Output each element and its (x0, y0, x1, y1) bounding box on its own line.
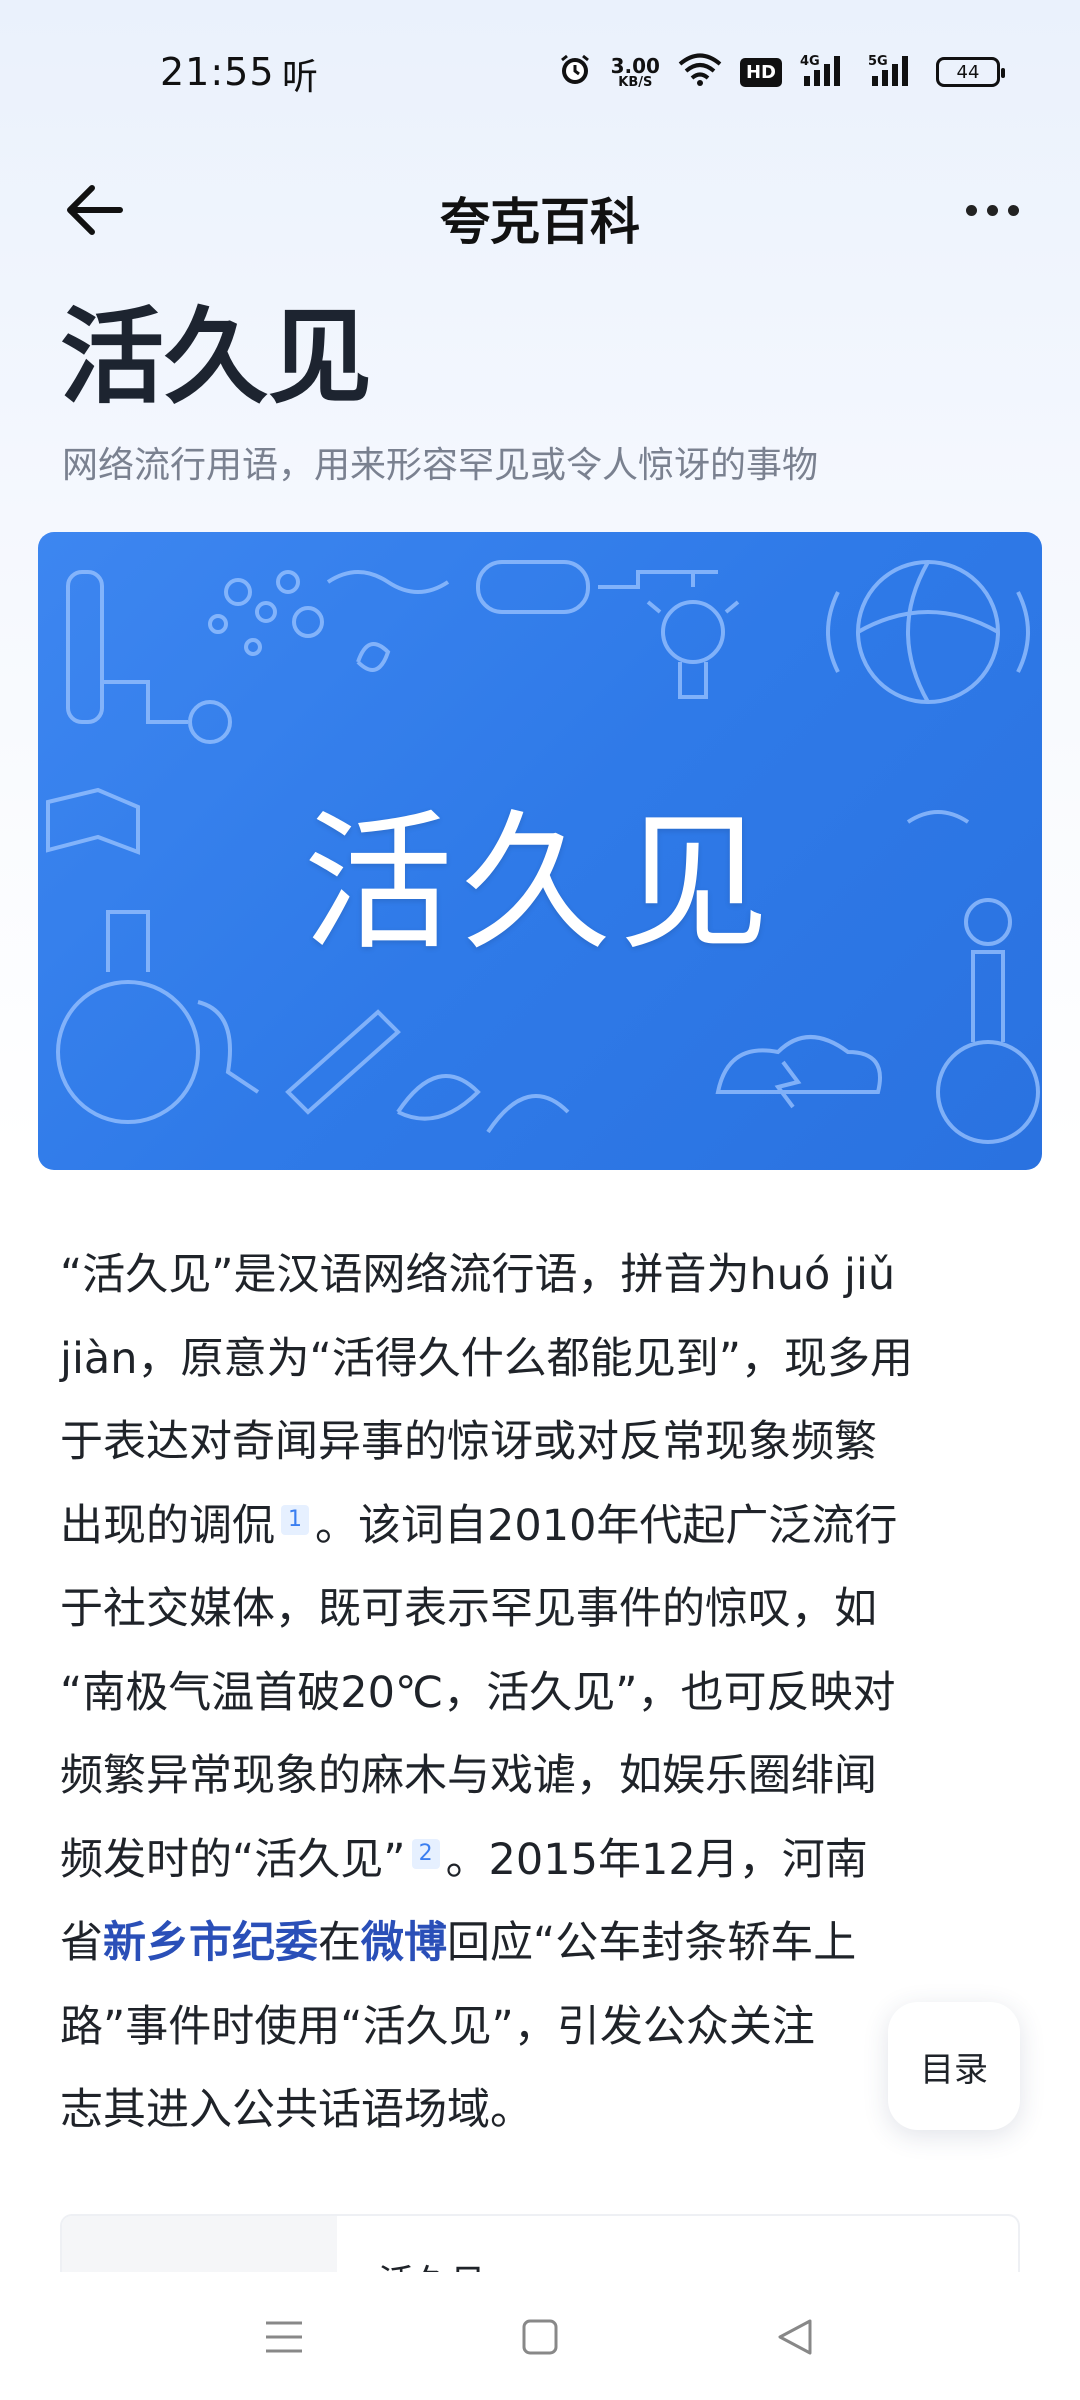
svg-text:4G: 4G (800, 54, 820, 69)
network-speed-unit: KB/S (618, 74, 653, 90)
hd-badge: HD (739, 57, 782, 87)
article-text: 频发时的“活久见” (60, 1834, 406, 1885)
listen-indicator: 听 (282, 57, 319, 98)
more-dots-icon (965, 204, 1019, 216)
signal-5g-icon: 5G (868, 52, 918, 92)
article-line: 频发时的“活久见” 2 。2015年12月，河南 (60, 1819, 1020, 1903)
menu-icon (266, 2321, 302, 2353)
toc-button[interactable]: 目录 (888, 2002, 1020, 2130)
entry-banner-image[interactable]: 活久见 (38, 532, 1042, 1170)
article-text: 志其进入公共话语场域。 (60, 2085, 533, 2135)
article-text: 省 (60, 1918, 103, 1968)
article-line: 省新乡市纪委在微博回应“公车封条轿车上 (60, 1902, 1020, 1986)
article-text: 。该词自2010年代起广泛流行 (315, 1500, 898, 1551)
article-line: jiàn，原意为“活得久什么都能见到”，现多用 (60, 1318, 1020, 1402)
article-text: 路”事件时使用“活久见”，引发公众关注 (60, 2001, 815, 2052)
article-text: “活久见”是汉语网络流行语，拼音为huó jiǔ (60, 1250, 896, 1300)
svg-text:5G: 5G (868, 54, 888, 69)
link-weibo[interactable]: 微博 (361, 1918, 447, 1968)
article-text: 频繁异常现象的麻木与戏谑，如娱乐圈绯闻 (60, 1751, 877, 1801)
network-speed-value: 3.00 (610, 53, 660, 78)
status-bar: 21:55 听 3.00 KB/S HD 4G 5G 44 (0, 0, 1080, 150)
infobox-value: 活久见 (378, 2254, 486, 2274)
app-nav-bar: 夸克百科 (0, 160, 1080, 260)
status-time: 21:55 (160, 50, 275, 94)
infobox-table: 活久见 (60, 2214, 1020, 2274)
link-xinxiang-discipline-commission[interactable]: 新乡市纪委 (103, 1918, 318, 1968)
more-options-button[interactable] (944, 172, 1040, 248)
article-text: 于表达对奇闻异事的惊讶或对反常现象频繁 (60, 1417, 877, 1467)
article-line: 出现的调侃 1 。该词自2010年代起广泛流行 (60, 1485, 1020, 1569)
system-nav-bar (0, 2272, 1080, 2400)
article-line: 于表达对奇闻异事的惊讶或对反常现象频繁 (60, 1401, 1020, 1485)
entry-subtitle: 网络流行用语，用来形容罕见或令人惊讶的事物 (62, 445, 819, 486)
article-text: jiàn，原意为“活得久什么都能见到”，现多用 (60, 1333, 914, 1384)
article-text: 在 (318, 1918, 361, 1968)
wifi-icon (678, 53, 722, 91)
back-triangle-icon (778, 2319, 812, 2355)
status-icons: 3.00 KB/S HD 4G 5G 44 (557, 48, 1005, 96)
network-speed: 3.00 KB/S (611, 56, 660, 89)
battery-indicator: 44 (936, 57, 1005, 87)
alarm-icon (557, 52, 593, 92)
system-home-button[interactable] (500, 2302, 580, 2372)
article-line: 于社交媒体，既可表示罕见事件的惊叹，如 (60, 1568, 1020, 1652)
article-text: 回应“公车封条轿车上 (447, 1918, 857, 1968)
citation-link-2[interactable]: 2 (411, 1838, 440, 1869)
article-line: 频繁异常现象的麻木与戏谑，如娱乐圈绯闻 (60, 1735, 1020, 1819)
article-text: 于社交媒体，既可表示罕见事件的惊叹，如 (60, 1584, 877, 1634)
article-text: “南极气温首破20℃，活久见”，也可反映对 (60, 1667, 896, 1718)
page-title: 夸克百科 (440, 193, 640, 251)
article-line: 志其进入公共话语场域。 (60, 2069, 1020, 2153)
article-line: “活久见”是汉语网络流行语，拼音为huó jiǔ (60, 1234, 1020, 1318)
system-menu-button[interactable] (244, 2302, 324, 2372)
infobox-label-cell (62, 2216, 337, 2274)
article-line: “南极气温首破20℃，活久见”，也可反映对 (60, 1652, 1020, 1736)
article-line: 路”事件时使用“活久见”，引发公众关注 (60, 1986, 1020, 2070)
citation-link-1[interactable]: 1 (281, 1504, 309, 1535)
system-back-button[interactable] (756, 2302, 836, 2372)
article-body: “活久见”是汉语网络流行语，拼音为huó jiǔ jiàn，原意为“活得久什么都… (60, 1234, 1020, 2153)
home-square-icon (522, 2319, 558, 2355)
article-text: 出现的调侃 (60, 1500, 275, 1551)
article-text: 。2015年12月，河南 (445, 1834, 868, 1885)
entry-title: 活久见 (60, 295, 373, 418)
signal-4g-icon: 4G (800, 52, 850, 92)
banner-text: 活久见 (302, 797, 777, 971)
